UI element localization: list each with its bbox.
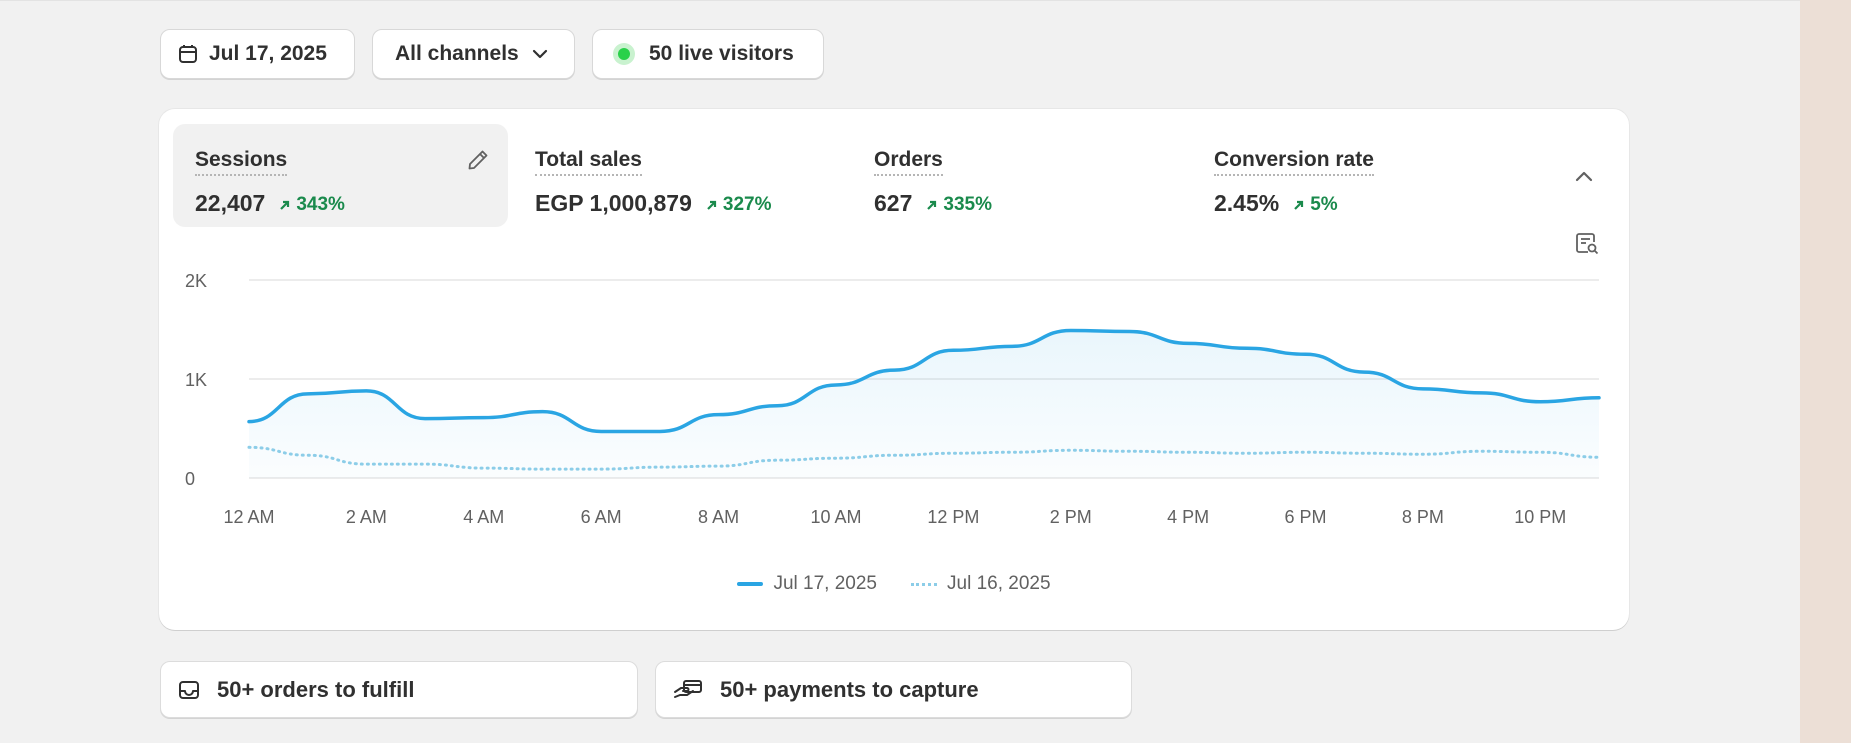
x-tick-label: 2 AM — [346, 507, 387, 527]
payments-to-capture-label: 50+ payments to capture — [720, 676, 979, 702]
x-tick-label: 10 PM — [1514, 507, 1566, 527]
chart-legend: Jul 17, 2025 Jul 16, 2025 — [159, 573, 1629, 595]
x-tick-label: 6 PM — [1285, 507, 1327, 527]
inbox-icon — [179, 680, 199, 699]
chevron-down-icon — [532, 49, 547, 59]
live-indicator-icon — [613, 43, 635, 65]
y-tick-label: 0 — [185, 469, 195, 489]
live-visitors-label: 50 live visitors — [649, 42, 794, 65]
legend-swatch-dotted — [911, 582, 937, 586]
top-border — [0, 0, 1800, 1]
date-picker-button[interactable]: Jul 17, 2025 — [160, 29, 355, 79]
legend-label: Jul 16, 2025 — [947, 573, 1051, 594]
payments-to-capture-button[interactable]: 50+ payments to capture — [655, 661, 1132, 718]
channel-label: All channels — [395, 42, 519, 65]
y-tick-label: 1K — [185, 370, 207, 390]
series-area — [249, 330, 1599, 478]
legend-label: Jul 17, 2025 — [773, 573, 877, 594]
x-tick-label: 12 PM — [927, 507, 979, 527]
right-panel-edge — [1800, 0, 1851, 743]
x-tick-label: 2 PM — [1050, 507, 1092, 527]
calendar-icon — [179, 45, 197, 63]
x-tick-label: 10 AM — [810, 507, 861, 527]
x-tick-label: 8 PM — [1402, 507, 1444, 527]
analytics-card: Sessions 22,407 343% Total sales EGP 1,0… — [159, 109, 1629, 630]
x-tick-label: 4 PM — [1167, 507, 1209, 527]
x-tick-label: 8 AM — [698, 507, 739, 527]
x-tick-label: 6 AM — [581, 507, 622, 527]
channel-filter-button[interactable]: All channels — [372, 29, 575, 79]
y-tick-label: 2K — [185, 271, 207, 291]
x-tick-label: 12 AM — [223, 507, 274, 527]
live-visitors-button[interactable]: 50 live visitors — [592, 29, 824, 79]
legend-item-previous[interactable]: Jul 16, 2025 — [911, 573, 1051, 595]
orders-to-fulfill-button[interactable]: 50+ orders to fulfill — [160, 661, 638, 718]
date-label: Jul 17, 2025 — [209, 42, 327, 65]
orders-to-fulfill-label: 50+ orders to fulfill — [217, 676, 415, 702]
legend-swatch-solid — [737, 582, 764, 586]
payment-hand-icon — [674, 679, 702, 698]
legend-item-current[interactable]: Jul 17, 2025 — [737, 573, 877, 595]
sessions-chart: 0 1K 2K 12 AM 2 AM 4 AM 6 AM 8 AM 10 AM 12 PM 2 PM… — [185, 271, 1601, 527]
x-tick-label: 4 AM — [463, 507, 504, 527]
